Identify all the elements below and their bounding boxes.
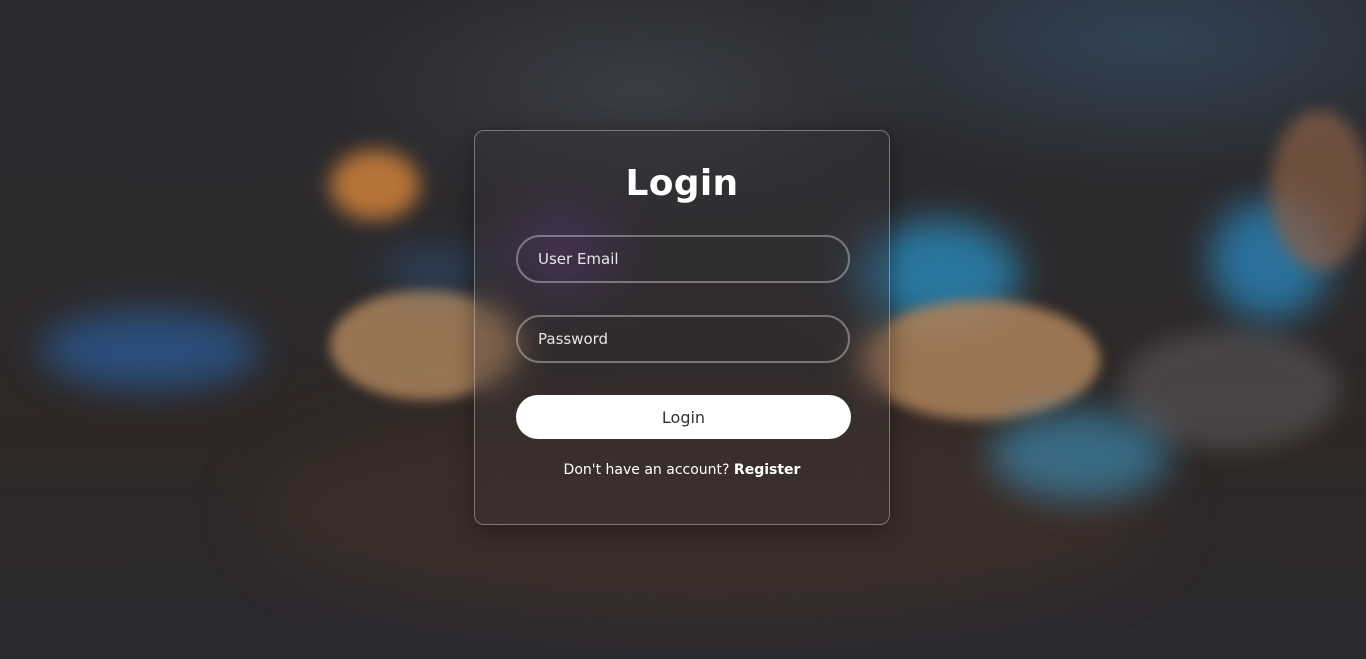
register-prompt: Don't have an account? [563,462,734,478]
register-row: Don't have an account? Register [475,462,889,478]
login-card: Login Login Don't have an account? Regis… [474,130,890,525]
background-blur [330,150,420,220]
email-input[interactable] [516,235,850,283]
login-title: Login [625,163,739,204]
background-blur [1270,110,1366,270]
register-link[interactable]: Register [734,462,801,478]
login-button[interactable]: Login [516,395,851,439]
background-blur [860,300,1100,420]
password-input[interactable] [516,315,850,363]
background-blur [1120,330,1340,450]
background-blur [40,310,260,390]
